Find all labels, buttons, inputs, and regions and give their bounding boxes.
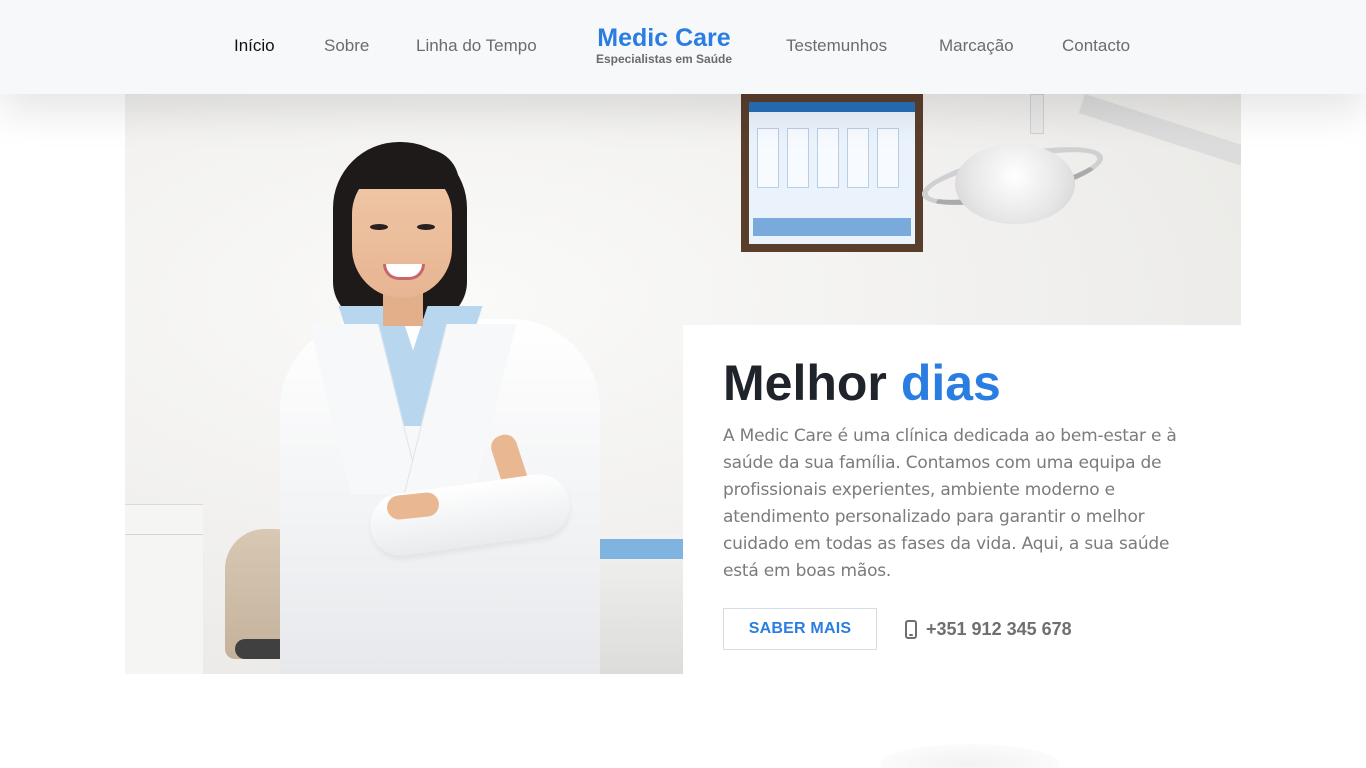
dental-lamp — [955, 144, 1075, 224]
nav-link-linha-do-tempo[interactable]: Linha do Tempo — [416, 36, 537, 56]
navbar: Início Sobre Linha do Tempo Medic Care E… — [0, 0, 1366, 94]
hero-title: Melhor dias — [723, 355, 1201, 411]
hero-title-accent: dias — [900, 355, 1001, 411]
brand-subtitle: Especialistas em Saúde — [595, 52, 733, 66]
brand-title: Medic Care — [597, 24, 731, 52]
cabinet-line — [125, 534, 203, 535]
brand-logo[interactable]: Medic Care Especialistas em Saúde — [592, 24, 736, 66]
mobile-phone-icon — [905, 619, 917, 639]
phone-number: +351 912 345 678 — [926, 618, 1072, 639]
doctor-eye-left — [370, 224, 388, 230]
hero-card: Melhor dias A Medic Care é uma clínica d… — [683, 325, 1241, 674]
doctor-fringe — [347, 149, 459, 189]
wall-poster — [741, 94, 923, 252]
hero-description: A Medic Care é uma clínica dedicada ao b… — [723, 426, 1177, 581]
lamp-arm — [1030, 94, 1044, 134]
nav-link-marcacao[interactable]: Marcação — [939, 36, 1014, 56]
nav-link-inicio[interactable]: Início — [234, 36, 275, 56]
saber-mais-button[interactable]: SABER MAIS — [723, 608, 877, 650]
doctor-eye-right — [417, 224, 435, 230]
nav-link-testemunhos[interactable]: Testemunhos — [786, 36, 887, 56]
cabinet — [125, 504, 203, 674]
hero-title-main: Melhor — [723, 355, 887, 411]
bottom-decoration — [880, 744, 1060, 768]
nav-link-sobre[interactable]: Sobre — [324, 36, 369, 56]
cta-row: SABER MAIS +351 912 345 678 — [723, 608, 1072, 650]
phone-contact[interactable]: +351 912 345 678 — [905, 619, 1072, 640]
nav-link-contacto[interactable]: Contacto — [1062, 36, 1130, 56]
